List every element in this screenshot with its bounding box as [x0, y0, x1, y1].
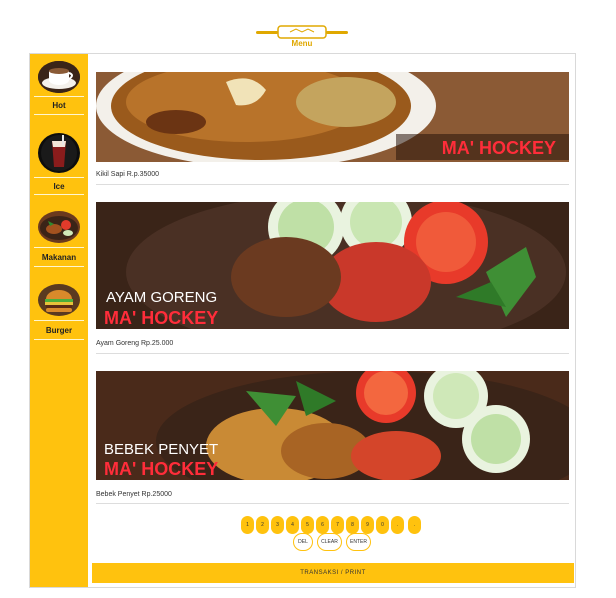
food-plate-icon: [38, 211, 80, 243]
sidebar-item-makanan[interactable]: Makanan: [30, 199, 88, 274]
coffee-cup-icon: [38, 61, 80, 93]
transaksi-print-button[interactable]: TRANSAKSI / PRINT: [92, 563, 574, 583]
keypad-clear-button[interactable]: CLEAR: [317, 533, 342, 551]
sidebar-item-label: Ice: [53, 182, 65, 191]
burger-icon: [38, 284, 80, 316]
keypad-key-6[interactable]: 6: [316, 516, 329, 534]
keypad-key-1[interactable]: 1: [241, 516, 254, 534]
banner-title: AYAM GORENG: [106, 289, 217, 306]
keypad-key-9[interactable]: 9: [361, 516, 374, 534]
menu-item-caption: Kikil Sapi R.p.35000: [96, 171, 160, 178]
keypad-del-button[interactable]: DEL: [293, 533, 313, 551]
keypad-key-7[interactable]: 7: [331, 516, 344, 534]
app-frame: Hot Ice Makanan Burger MA' HOCKEY Kikil …: [29, 53, 576, 588]
banner-brand: MA' HOCKEY: [104, 308, 218, 328]
sidebar-item-burger[interactable]: Burger: [30, 274, 88, 344]
rolling-pin-icon: [256, 25, 348, 39]
menu-content: MA' HOCKEY Kikil Sapi R.p.35000 AYAM GOR…: [92, 54, 574, 587]
keypad-key-5[interactable]: 5: [301, 516, 314, 534]
sidebar-item-label: Makanan: [41, 253, 77, 262]
keypad-key-2[interactable]: 2: [256, 516, 269, 534]
menu-item-caption: Ayam Goreng Rp.25.000: [96, 340, 174, 347]
banner-brand: MA' HOCKEY: [104, 459, 218, 479]
iced-drink-icon: [38, 133, 80, 173]
banner-title: BEBEK PENYET: [104, 441, 218, 458]
keypad-key-4[interactable]: 4: [286, 516, 299, 534]
keypad-enter-button[interactable]: ENTER: [346, 533, 371, 551]
sidebar-item-ice[interactable]: Ice: [30, 129, 88, 199]
sidebar-item-label: Burger: [45, 326, 73, 335]
sidebar-item-label: Hot: [52, 101, 66, 110]
keypad-key-dot-2[interactable]: .: [408, 516, 421, 534]
menu-item-banner[interactable]: AYAM GORENG MA' HOCKEY: [96, 202, 569, 329]
keypad-key-3[interactable]: 3: [271, 516, 284, 534]
keypad-key-dot[interactable]: .: [391, 516, 404, 534]
category-sidebar: Hot Ice Makanan Burger: [30, 54, 88, 587]
sidebar-item-hot[interactable]: Hot: [30, 54, 88, 129]
menu-logo[interactable]: Menu: [256, 25, 348, 53]
menu-item-banner[interactable]: BEBEK PENYET MA' HOCKEY: [96, 371, 569, 480]
logo-title: Menu: [291, 39, 313, 48]
menu-item-caption: Bebek Penyet Rp.25000: [96, 491, 172, 498]
menu-item-banner[interactable]: MA' HOCKEY: [96, 72, 569, 162]
keypad-key-8[interactable]: 8: [346, 516, 359, 534]
keypad-key-0[interactable]: 0: [376, 516, 389, 534]
banner-brand: MA' HOCKEY: [442, 138, 556, 158]
